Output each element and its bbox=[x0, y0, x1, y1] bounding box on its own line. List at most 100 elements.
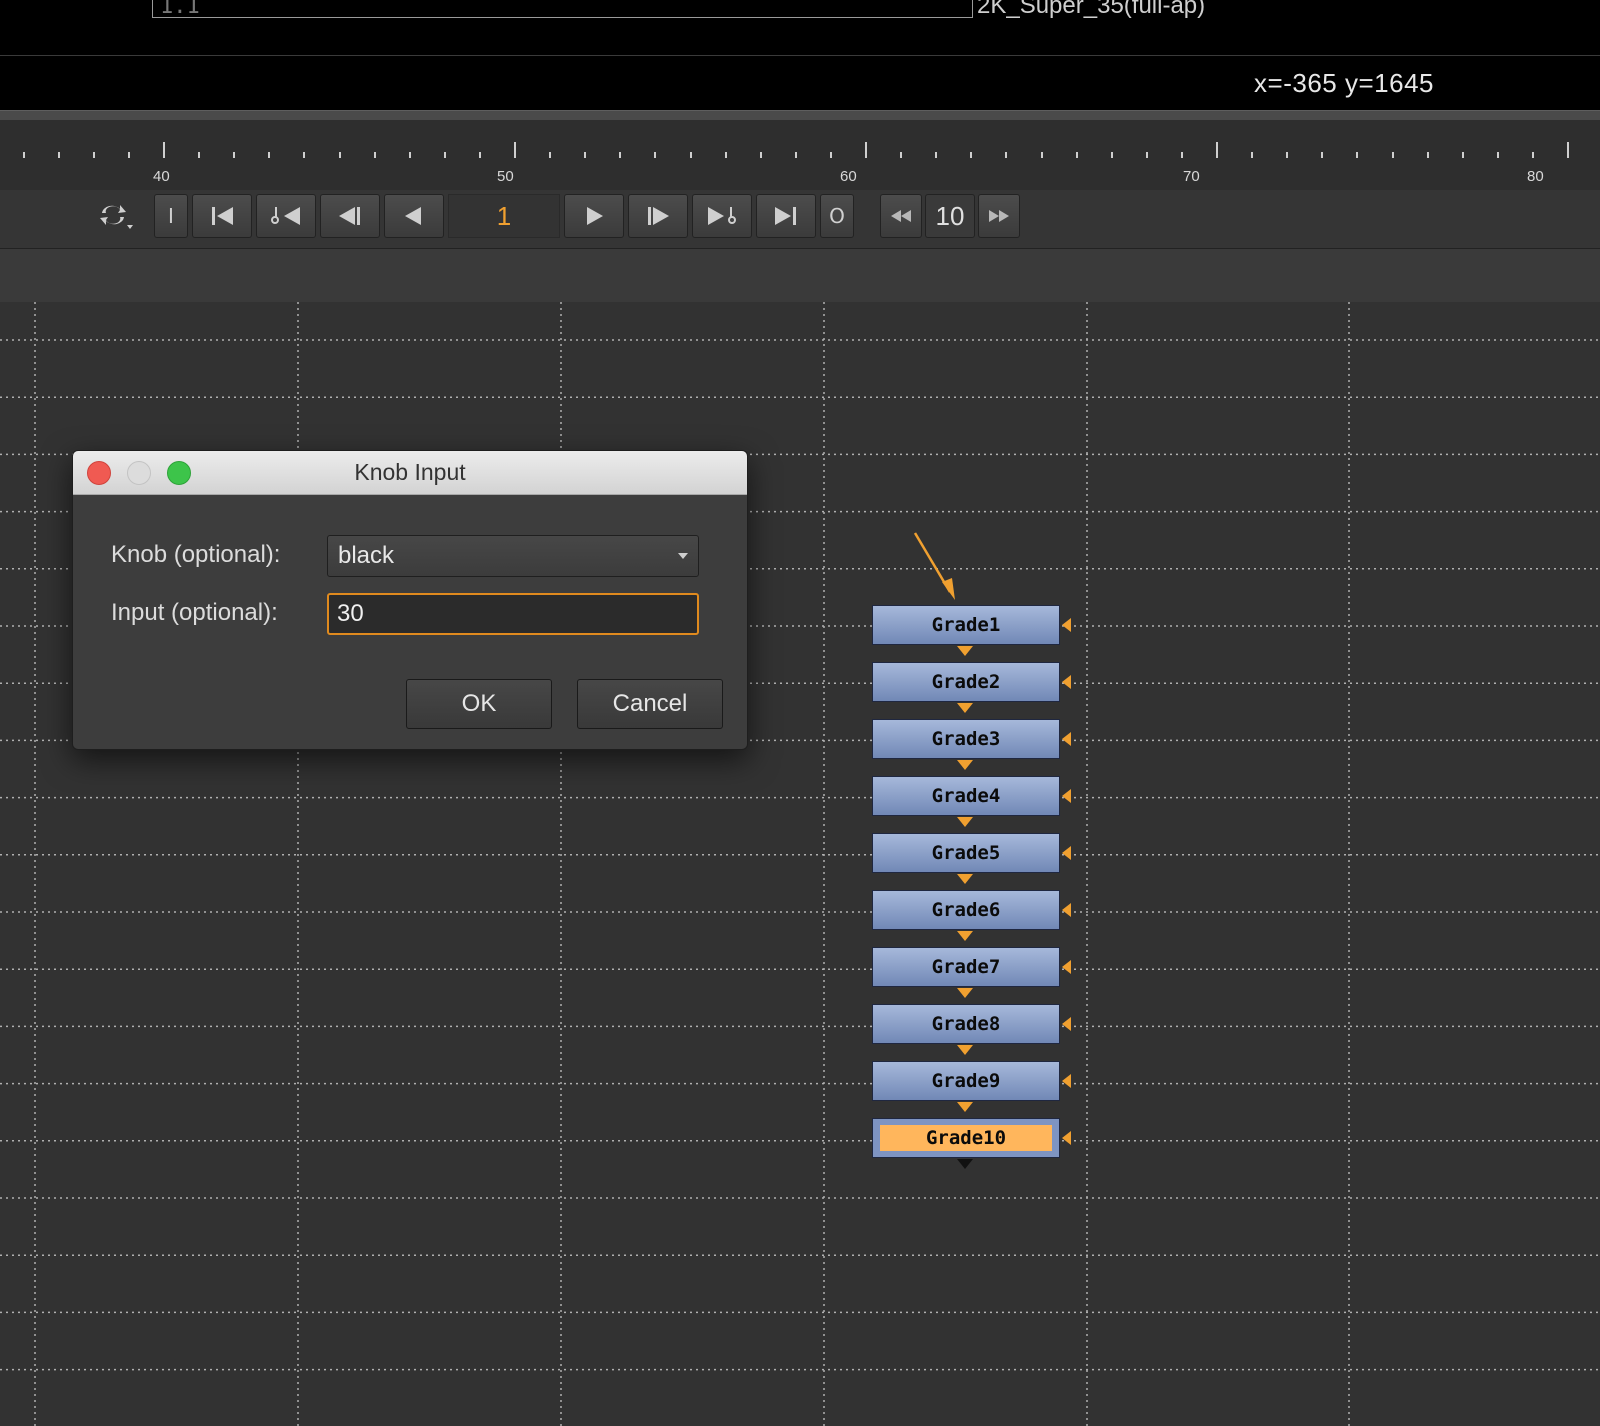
step-back-icon bbox=[339, 207, 360, 225]
next-frame-button[interactable] bbox=[628, 194, 688, 238]
ruler-label-80: 80 bbox=[1527, 168, 1544, 185]
ruler-minor-tick bbox=[794, 152, 797, 158]
frame-increment-field[interactable]: 10 bbox=[925, 194, 975, 238]
ruler-minor-tick bbox=[1426, 152, 1429, 158]
ruler-minor-tick bbox=[303, 152, 306, 158]
format-label: 2K_Super_35(full-ap) bbox=[977, 0, 1206, 19]
roi-label: 1.1 bbox=[160, 0, 200, 19]
ruler-minor-tick bbox=[619, 152, 622, 158]
connection-arrow bbox=[957, 1045, 973, 1055]
ruler-minor-tick bbox=[198, 152, 201, 158]
ruler-minor-tick bbox=[1356, 152, 1359, 158]
grade-node[interactable]: Grade5 bbox=[872, 833, 1060, 873]
grade-node[interactable]: Grade9 bbox=[872, 1061, 1060, 1101]
viewer-header: 1.1 2K_Super_35(full-ap) bbox=[0, 0, 1600, 56]
play-backward-button[interactable] bbox=[384, 194, 444, 238]
ruler-label-50: 50 bbox=[497, 168, 514, 185]
chevron-down-icon bbox=[678, 553, 688, 559]
ruler-major-tick bbox=[1567, 142, 1569, 158]
panel-divider[interactable] bbox=[0, 110, 1600, 120]
mask-input-arrow[interactable] bbox=[1062, 732, 1071, 746]
grade-node[interactable]: Grade7 bbox=[872, 947, 1060, 987]
node-label: Grade4 bbox=[931, 785, 1001, 807]
grade-node[interactable]: Grade10 bbox=[872, 1118, 1060, 1158]
ruler-minor-tick bbox=[1321, 152, 1324, 158]
grade-node[interactable]: Grade8 bbox=[872, 1004, 1060, 1044]
node-label: Grade5 bbox=[931, 842, 1001, 864]
input-field[interactable] bbox=[327, 593, 699, 635]
ruler-minor-tick bbox=[654, 152, 657, 158]
ruler-minor-tick bbox=[92, 152, 95, 158]
ruler-minor-tick bbox=[1110, 152, 1113, 158]
timeline-ruler[interactable]: 40 50 60 70 80 bbox=[0, 120, 1600, 190]
node-label: Grade9 bbox=[931, 1070, 1001, 1092]
grade-node[interactable]: Grade1 bbox=[872, 605, 1060, 645]
loop-mode-button[interactable] bbox=[92, 196, 140, 236]
ruler-minor-tick bbox=[268, 152, 271, 158]
set-in-point-button[interactable]: I bbox=[154, 194, 188, 238]
ruler-minor-tick bbox=[373, 152, 376, 158]
skip-back-increment-button[interactable] bbox=[880, 194, 922, 238]
ruler-minor-tick bbox=[1531, 152, 1534, 158]
grade-node[interactable]: Grade2 bbox=[872, 662, 1060, 702]
grade-node[interactable]: Grade3 bbox=[872, 719, 1060, 759]
mask-input-arrow[interactable] bbox=[1062, 1017, 1071, 1031]
skip-end-icon bbox=[775, 207, 796, 225]
mask-input-arrow[interactable] bbox=[1062, 618, 1071, 632]
play-forward-button[interactable] bbox=[564, 194, 624, 238]
ruler-major-tick bbox=[1216, 142, 1218, 158]
play-reverse-icon bbox=[405, 207, 421, 225]
ruler-minor-tick bbox=[584, 152, 587, 158]
previous-frame-button[interactable] bbox=[320, 194, 380, 238]
ruler-minor-tick bbox=[1461, 152, 1464, 158]
set-out-point-button[interactable]: O bbox=[820, 194, 854, 238]
mask-input-arrow[interactable] bbox=[1062, 675, 1071, 689]
ruler-label-60: 60 bbox=[840, 168, 857, 185]
transport-controls: I 1 O 10 bbox=[0, 190, 1600, 248]
ruler-major-tick bbox=[163, 142, 165, 158]
dialog-titlebar[interactable]: Knob Input bbox=[73, 451, 747, 495]
panel-tab-bar bbox=[0, 248, 1600, 302]
mask-input-arrow[interactable] bbox=[1062, 1074, 1071, 1088]
mask-input-arrow[interactable] bbox=[1062, 846, 1071, 860]
connection-arrow bbox=[957, 760, 973, 770]
previous-keyframe-button[interactable] bbox=[256, 194, 316, 238]
ruler-minor-tick bbox=[1251, 152, 1254, 158]
ruler-minor-tick bbox=[1005, 152, 1008, 158]
grade-node[interactable]: Grade4 bbox=[872, 776, 1060, 816]
skip-forward-increment-button[interactable] bbox=[978, 194, 1020, 238]
ruler-minor-tick bbox=[724, 152, 727, 158]
ruler-minor-tick bbox=[1075, 152, 1078, 158]
prev-keyframe-icon bbox=[271, 207, 300, 225]
mask-input-arrow[interactable] bbox=[1062, 960, 1071, 974]
cancel-button[interactable]: Cancel bbox=[577, 679, 723, 729]
current-frame-field[interactable]: 1 bbox=[448, 194, 560, 238]
next-keyframe-button[interactable] bbox=[692, 194, 752, 238]
node-label: Grade6 bbox=[931, 899, 1001, 921]
connection-arrow bbox=[957, 646, 973, 656]
knob-dropdown-value: black bbox=[338, 542, 395, 569]
node-label: Grade1 bbox=[931, 614, 1001, 636]
mask-input-arrow[interactable] bbox=[1062, 789, 1071, 803]
ruler-minor-tick bbox=[935, 152, 938, 158]
mask-input-arrow[interactable] bbox=[1062, 1131, 1071, 1145]
ruler-minor-tick bbox=[57, 152, 60, 158]
mask-input-arrow[interactable] bbox=[1062, 903, 1071, 917]
ruler-minor-tick bbox=[970, 152, 973, 158]
viewer-info-bar: x=-365 y=1645 bbox=[0, 58, 1600, 110]
dialog-title: Knob Input bbox=[354, 459, 466, 485]
ok-button[interactable]: OK bbox=[406, 679, 552, 729]
knob-input-dialog: Knob Input Knob (optional): black Input … bbox=[72, 450, 748, 750]
play-icon bbox=[587, 207, 603, 225]
ruler-minor-tick bbox=[759, 152, 762, 158]
ruler-minor-tick bbox=[689, 152, 692, 158]
step-forward-icon bbox=[648, 207, 669, 225]
output-arrow bbox=[957, 1159, 973, 1169]
go-to-end-button[interactable] bbox=[756, 194, 816, 238]
knob-dropdown[interactable]: black bbox=[327, 535, 699, 577]
skip-start-icon bbox=[212, 207, 233, 225]
connection-arrow bbox=[957, 988, 973, 998]
ruler-minor-tick bbox=[1286, 152, 1289, 158]
grade-node[interactable]: Grade6 bbox=[872, 890, 1060, 930]
go-to-start-button[interactable] bbox=[192, 194, 252, 238]
